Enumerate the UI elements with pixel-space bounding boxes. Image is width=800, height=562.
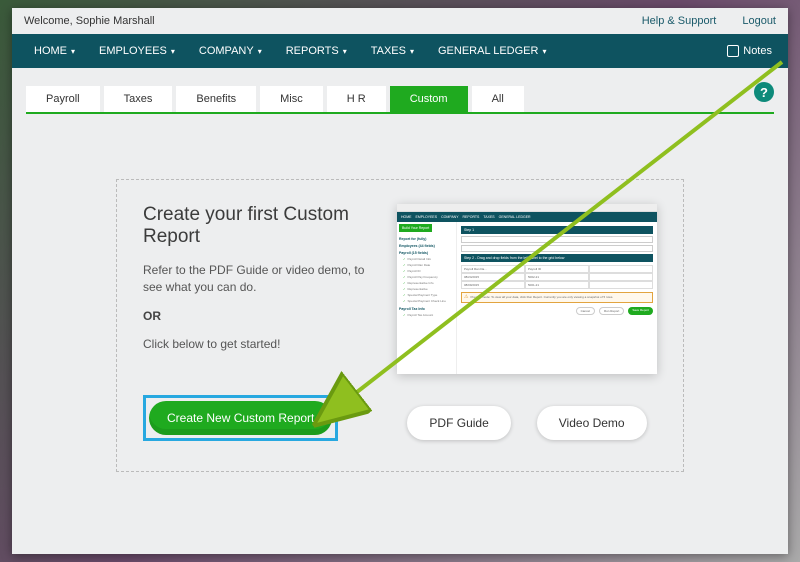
- notes-button[interactable]: Notes: [721, 45, 778, 57]
- tab-payroll[interactable]: Payroll: [26, 86, 100, 112]
- panel-heading: Create your first Custom Report: [143, 204, 377, 248]
- tab-underline: [26, 112, 774, 114]
- chevron-down-icon: ▾: [258, 47, 262, 56]
- nav-home[interactable]: HOME▾: [22, 34, 87, 68]
- panel-or: OR: [143, 308, 377, 325]
- welcome-text: Welcome, Sophie Marshall: [24, 15, 155, 27]
- logout-link[interactable]: Logout: [742, 15, 776, 27]
- app-window: Welcome, Sophie Marshall Help & Support …: [12, 8, 788, 554]
- panel-right: HOMEEMPLOYEESCOMPANYREPORTSTAXESGENERAL …: [397, 204, 657, 441]
- panel-text-1: Refer to the PDF Guide or video demo, to…: [143, 262, 377, 296]
- panel-actions: PDF Guide Video Demo: [397, 406, 657, 440]
- content-area: Payroll Taxes Benefits Misc H R Custom A…: [12, 68, 788, 554]
- chevron-down-icon: ▾: [171, 47, 175, 56]
- chevron-down-icon: ▾: [542, 47, 546, 56]
- tab-benefits[interactable]: Benefits: [176, 86, 256, 112]
- nav-taxes[interactable]: TAXES▾: [359, 34, 426, 68]
- nav-company[interactable]: COMPANY▾: [187, 34, 274, 68]
- panel-text-2: Click below to get started!: [143, 336, 377, 353]
- tab-custom[interactable]: Custom: [390, 86, 468, 112]
- video-demo-button[interactable]: Video Demo: [537, 406, 647, 440]
- main-nav: HOME▾ EMPLOYEES▾ COMPANY▾ REPORTS▾ TAXES…: [12, 34, 788, 68]
- panel-left: Create your first Custom Report Refer to…: [143, 204, 377, 441]
- notes-icon: [727, 45, 739, 57]
- create-new-custom-report-button[interactable]: Create New Custom Report: [149, 401, 332, 435]
- tab-all[interactable]: All: [472, 86, 524, 112]
- chevron-down-icon: ▾: [410, 47, 414, 56]
- help-icon[interactable]: ?: [754, 82, 774, 102]
- create-button-highlight: Create New Custom Report: [143, 395, 338, 441]
- nav-general-ledger[interactable]: GENERAL LEDGER▾: [426, 34, 558, 68]
- pdf-guide-button[interactable]: PDF Guide: [407, 406, 510, 440]
- tab-hr[interactable]: H R: [327, 86, 386, 112]
- empty-state-panel: Create your first Custom Report Refer to…: [116, 179, 684, 472]
- top-bar: Welcome, Sophie Marshall Help & Support …: [12, 8, 788, 34]
- nav-reports[interactable]: REPORTS▾: [274, 34, 359, 68]
- chevron-down-icon: ▾: [71, 47, 75, 56]
- report-tabs: Payroll Taxes Benefits Misc H R Custom A…: [26, 82, 774, 112]
- nav-employees[interactable]: EMPLOYEES▾: [87, 34, 187, 68]
- help-support-link[interactable]: Help & Support: [642, 15, 717, 27]
- tab-misc[interactable]: Misc: [260, 86, 323, 112]
- preview-screenshot: HOMEEMPLOYEESCOMPANYREPORTSTAXESGENERAL …: [397, 204, 657, 374]
- chevron-down-icon: ▾: [343, 47, 347, 56]
- tab-taxes[interactable]: Taxes: [104, 86, 173, 112]
